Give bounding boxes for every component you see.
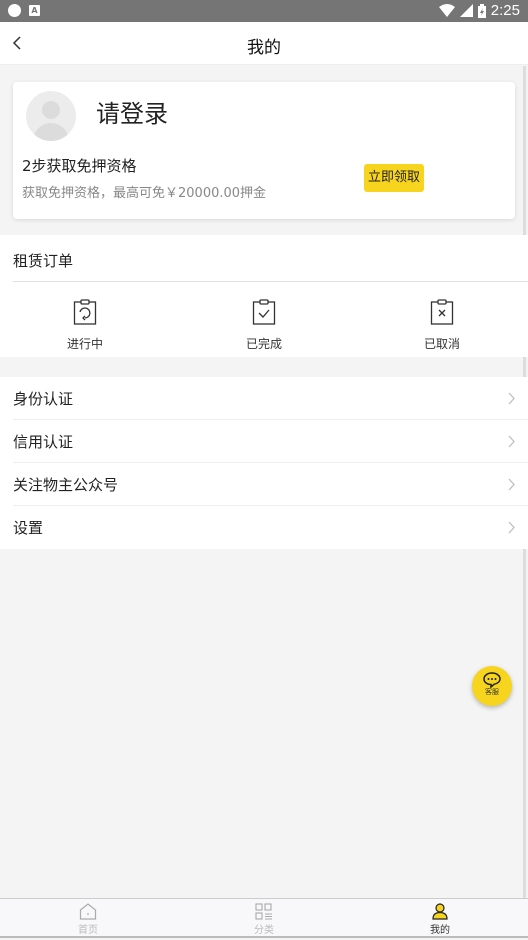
menu-item-follow-official-account[interactable]: 关注物主公众号	[0, 463, 528, 506]
order-status-cancelled[interactable]: 已取消	[392, 299, 492, 352]
customer-service-label: 客服	[485, 688, 499, 696]
tab-category[interactable]: 分类	[234, 903, 294, 936]
chat-bubble-icon	[483, 672, 501, 688]
order-status-completed[interactable]: 已完成	[214, 299, 314, 352]
tab-mine[interactable]: 我的	[410, 903, 470, 936]
chevron-right-icon	[508, 478, 515, 491]
customer-service-button[interactable]: 客服	[472, 666, 512, 706]
menu-item-credit-verification[interactable]: 信用认证	[0, 420, 528, 463]
chevron-right-icon	[508, 521, 515, 534]
menu-item-settings[interactable]: 设置	[0, 506, 528, 549]
order-status-label: 已完成	[245, 337, 282, 351]
app-notification-icon: A	[29, 5, 40, 16]
promo-title: 2步获取免押资格	[22, 157, 137, 175]
profile-card: 请登录 2步获取免押资格 获取免押资格，最高可免￥20000.00押金 立即领取	[13, 82, 515, 219]
claim-button[interactable]: 立即领取	[364, 164, 424, 192]
avatar-head	[42, 101, 60, 119]
category-icon	[255, 903, 272, 920]
menu-item-label: 关注物主公众号	[13, 476, 119, 494]
order-status-label: 进行中	[66, 337, 103, 351]
settings-menu: 身份认证 信用认证 关注物主公众号 设置	[0, 377, 528, 549]
bottom-tab-bar: 首页 分类 我的	[0, 898, 528, 938]
tab-label: 首页	[78, 925, 98, 936]
home-icon	[79, 903, 97, 920]
order-status-label: 已取消	[423, 337, 460, 351]
notification-dot-icon	[8, 4, 21, 17]
clipboard-refresh-icon	[73, 299, 97, 325]
login-prompt[interactable]: 请登录	[96, 94, 168, 129]
clipboard-x-icon	[430, 299, 454, 325]
status-bar: A 2:25	[0, 0, 528, 22]
rental-orders-section: 租赁订单 进行中 已完成 已取消	[0, 235, 528, 357]
clipboard-check-icon	[252, 299, 276, 325]
user-icon	[432, 903, 448, 920]
signal-icon	[459, 4, 473, 17]
nav-bar: 我的	[0, 22, 528, 65]
tab-label: 分类	[254, 925, 274, 936]
chevron-right-icon	[508, 435, 515, 448]
tab-label: 我的	[430, 925, 450, 936]
chevron-right-icon	[508, 392, 515, 405]
order-status-in-progress[interactable]: 进行中	[35, 299, 135, 352]
menu-item-label: 设置	[13, 519, 44, 537]
page-title: 我的	[247, 38, 281, 58]
menu-item-label: 身份认证	[13, 390, 74, 408]
wifi-icon	[438, 3, 455, 17]
clock: 2:25	[490, 2, 520, 19]
menu-item-identity-verification[interactable]: 身份认证	[0, 377, 528, 420]
tab-home[interactable]: 首页	[58, 903, 118, 936]
avatar-body	[33, 123, 69, 141]
battery-icon	[477, 3, 486, 18]
divider	[13, 281, 528, 282]
avatar[interactable]	[26, 91, 76, 141]
promo-subtitle: 获取免押资格，最高可免￥20000.00押金	[22, 186, 267, 201]
menu-item-label: 信用认证	[13, 433, 74, 451]
orders-title: 租赁订单	[13, 252, 74, 270]
